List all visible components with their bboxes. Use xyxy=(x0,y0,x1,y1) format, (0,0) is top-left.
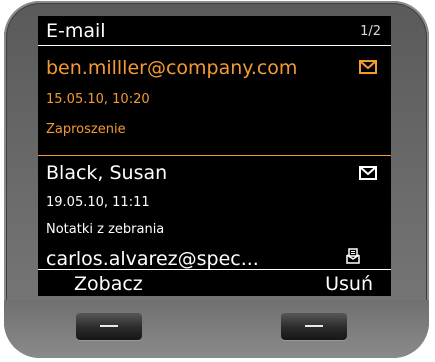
screen-title: E-mail xyxy=(46,20,106,42)
screen-header: E-mail 1/2 xyxy=(38,16,391,46)
minus-icon xyxy=(305,325,323,327)
softkey-bar: Zobacz Usuń xyxy=(38,269,391,296)
minus-icon xyxy=(100,325,118,327)
email-subject: Notatki z zebrania xyxy=(46,222,165,237)
email-sender: ben.milller@company.com xyxy=(46,57,298,79)
email-datetime: 19.05.10, 11:11 xyxy=(46,195,150,210)
phone-lower-bezel xyxy=(4,300,429,358)
email-sender: carlos.alvarez@spec... xyxy=(46,248,259,270)
display-screen: E-mail 1/2 ben.milller@company.com 15.05… xyxy=(38,16,391,296)
email-list-item[interactable]: Black, Susan 19.05.10, 11:11 Notatki z z… xyxy=(38,156,391,248)
email-datetime: 15.05.10, 10:20 xyxy=(46,92,150,107)
right-softkey-button[interactable] xyxy=(281,312,347,340)
left-softkey-button[interactable] xyxy=(76,312,142,340)
softkey-view[interactable]: Zobacz xyxy=(74,273,143,295)
envelope-icon xyxy=(359,59,377,78)
email-list-item[interactable]: ben.milller@company.com 15.05.10, 10:20 … xyxy=(38,46,391,156)
email-subject: Zaproszenie xyxy=(46,122,126,137)
envelope-read-icon xyxy=(345,248,361,268)
page-indicator: 1/2 xyxy=(360,24,381,39)
envelope-icon xyxy=(359,165,377,184)
softkey-delete[interactable]: Usuń xyxy=(325,273,373,295)
email-sender: Black, Susan xyxy=(46,162,168,184)
